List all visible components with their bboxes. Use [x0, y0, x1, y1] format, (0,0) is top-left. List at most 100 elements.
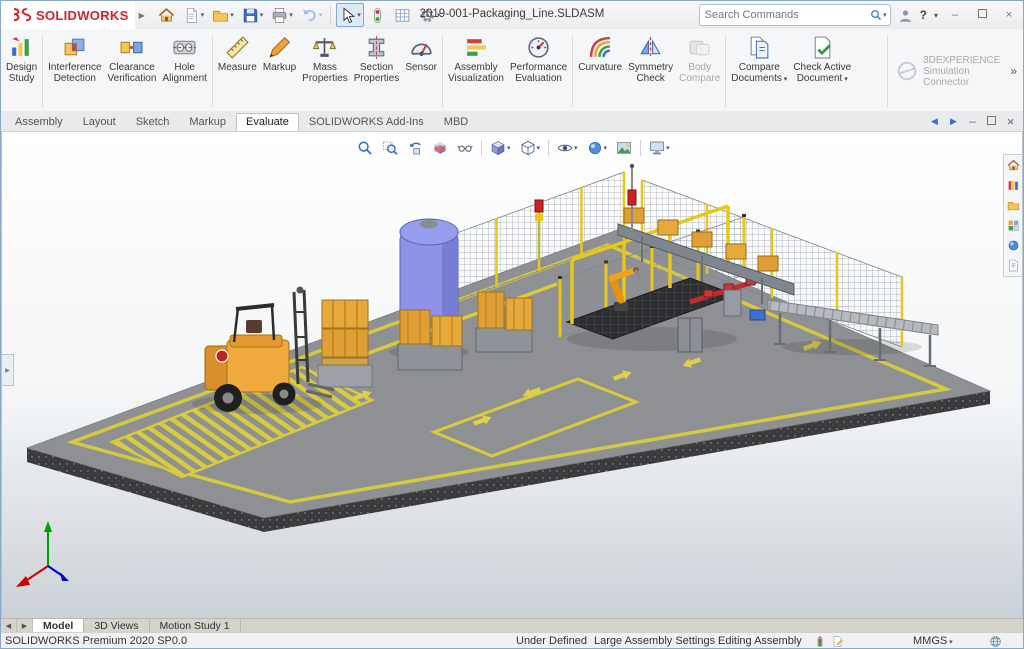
apply-scene-button[interactable] — [613, 137, 635, 159]
toolbar-separator — [330, 6, 331, 24]
featuremanager-flyout-tab[interactable] — [2, 354, 14, 386]
hide-show-items-button[interactable] — [554, 137, 581, 159]
ribbon-button-performance-evaluation[interactable]: Performance Evaluation — [507, 31, 570, 111]
large-assembly-settings-text[interactable]: Large Assembly Settings — [594, 635, 715, 647]
tab-scroll-right-icon[interactable] — [17, 619, 33, 632]
markup-icon — [267, 35, 292, 60]
doc-back-icon[interactable] — [925, 116, 944, 127]
tab-model[interactable]: Model — [33, 619, 84, 632]
solidworks-logo: SOLIDWORKS — [1, 1, 135, 29]
ribbon-button-sensor[interactable]: Sensor — [402, 31, 440, 111]
body-compare-icon — [687, 35, 712, 60]
appearances-scenes-button[interactable] — [1007, 239, 1020, 252]
custom-properties-button[interactable] — [1007, 259, 1020, 272]
dynamic-annotation-views-icon — [457, 140, 473, 156]
open-button[interactable] — [209, 3, 237, 27]
window-close-button[interactable]: × — [999, 9, 1019, 21]
sensor-icon — [409, 35, 434, 60]
zoom-to-fit-button[interactable] — [354, 137, 376, 159]
view-palette-button[interactable] — [1007, 219, 1020, 232]
doc-forward-icon[interactable] — [944, 116, 963, 127]
design-study-icon — [9, 35, 34, 60]
measure-icon — [225, 35, 250, 60]
file-properties-button[interactable] — [391, 3, 414, 27]
section-view-button[interactable] — [429, 137, 451, 159]
window-minimize-button[interactable]: – — [945, 9, 965, 21]
view-settings-monitor-icon — [649, 140, 665, 156]
menu-flyout-arrow-icon[interactable]: ▶ — [135, 11, 149, 20]
tab-scroll-left-icon[interactable] — [1, 619, 17, 632]
doc-minimize-button[interactable] — [963, 114, 982, 128]
ribbon-overflow-chevron-icon[interactable] — [1006, 64, 1021, 78]
ribbon-button-measure[interactable]: Measure — [215, 31, 260, 111]
zoom-to-area-button[interactable] — [379, 137, 401, 159]
search-commands-input[interactable] — [703, 8, 870, 22]
curvature-icon — [588, 35, 613, 60]
ribbon-button-assembly-visualization[interactable]: Assembly Visualization — [445, 31, 507, 111]
performance-battery-icon[interactable] — [814, 635, 826, 648]
dassault-logo-icon — [7, 6, 33, 24]
tab-motion-study-1[interactable]: Motion Study 1 — [150, 619, 241, 632]
previous-view-button[interactable] — [404, 137, 426, 159]
search-icon[interactable] — [870, 9, 882, 21]
print-button[interactable] — [268, 3, 296, 27]
tab-3d-views[interactable]: 3D Views — [84, 619, 149, 632]
quick-access-toolbar — [155, 3, 444, 27]
assembly-visualization-icon — [464, 35, 489, 60]
display-style-button[interactable] — [517, 137, 544, 159]
properties-icon — [1007, 259, 1020, 272]
view-settings-button[interactable] — [646, 137, 673, 159]
solidworks-resources-button[interactable] — [1007, 159, 1020, 172]
brand-text: SOLIDWORKS — [36, 8, 129, 23]
hole-alignment-icon — [172, 35, 197, 60]
tab-evaluate[interactable]: Evaluate — [236, 113, 299, 131]
web-help-globe-icon[interactable] — [989, 635, 1002, 648]
new-document-button[interactable] — [180, 3, 208, 27]
units-selector[interactable]: MMGS — [913, 635, 953, 647]
ribbon-button-compare-documents[interactable]: Compare Documents — [728, 31, 790, 111]
file-explorer-button[interactable] — [1007, 199, 1020, 212]
task-pane — [1003, 154, 1022, 277]
graphics-viewport-scene[interactable] — [2, 132, 1023, 618]
cursor-icon — [339, 7, 356, 24]
dynamic-annotation-views-button[interactable] — [454, 137, 476, 159]
ribbon-button-symmetry-check[interactable]: Symmetry Check — [625, 31, 676, 111]
ribbon-button-clearance-verification[interactable]: Clearance Verification — [105, 31, 160, 111]
previous-view-icon — [407, 140, 423, 156]
window-restore-button[interactable] — [972, 9, 992, 21]
command-manager-tabbar: Assembly Layout Sketch Markup Evaluate S… — [1, 111, 1023, 132]
rebuild-button[interactable] — [366, 3, 389, 27]
search-scope-dropdown-icon[interactable]: ▾ — [883, 11, 887, 19]
doc-close-button[interactable] — [1001, 114, 1020, 129]
ribbon-button-mass-properties[interactable]: Mass Properties — [299, 31, 351, 111]
command-manager-ribbon: Design Study Interference Detection Clea… — [1, 29, 1023, 111]
toolbar-separator — [548, 140, 549, 156]
ribbon-button-design-study[interactable]: Design Study — [3, 31, 40, 111]
ribbon-button-interference-detection[interactable]: Interference Detection — [45, 31, 104, 111]
login-button[interactable] — [898, 8, 913, 23]
save-button[interactable] — [239, 3, 267, 27]
edit-mode-text: Editing Assembly — [718, 635, 802, 647]
help-button[interactable] — [920, 8, 927, 22]
ribbon-button-check-active-document[interactable]: Check Active Document — [790, 31, 854, 111]
tab-sketch[interactable]: Sketch — [126, 113, 180, 131]
edit-appearance-button[interactable] — [584, 137, 611, 159]
ribbon-button-hole-alignment[interactable]: Hole Alignment — [159, 31, 209, 111]
ribbon-button-markup[interactable]: Markup — [260, 31, 299, 111]
help-dropdown-icon[interactable] — [934, 9, 938, 21]
ribbon-button-curvature[interactable]: Curvature — [575, 31, 625, 111]
ribbon-button-section-properties[interactable]: Section Properties — [351, 31, 403, 111]
edit-document-icon[interactable] — [832, 635, 844, 648]
home-button[interactable] — [155, 3, 178, 27]
tab-solidworks-add-ins[interactable]: SOLIDWORKS Add-Ins — [299, 113, 434, 131]
select-tool-button[interactable] — [336, 3, 364, 27]
tab-mbd[interactable]: MBD — [434, 113, 478, 131]
blue-tote — [750, 310, 765, 320]
tab-assembly[interactable]: Assembly — [5, 113, 73, 131]
product-version-text: SOLIDWORKS Premium 2020 SP0.0 — [5, 635, 187, 647]
doc-restore-button[interactable] — [982, 116, 1001, 127]
design-library-button[interactable] — [1007, 179, 1020, 192]
tab-layout[interactable]: Layout — [73, 113, 126, 131]
tab-markup[interactable]: Markup — [179, 113, 236, 131]
view-orientation-button[interactable] — [487, 137, 514, 159]
